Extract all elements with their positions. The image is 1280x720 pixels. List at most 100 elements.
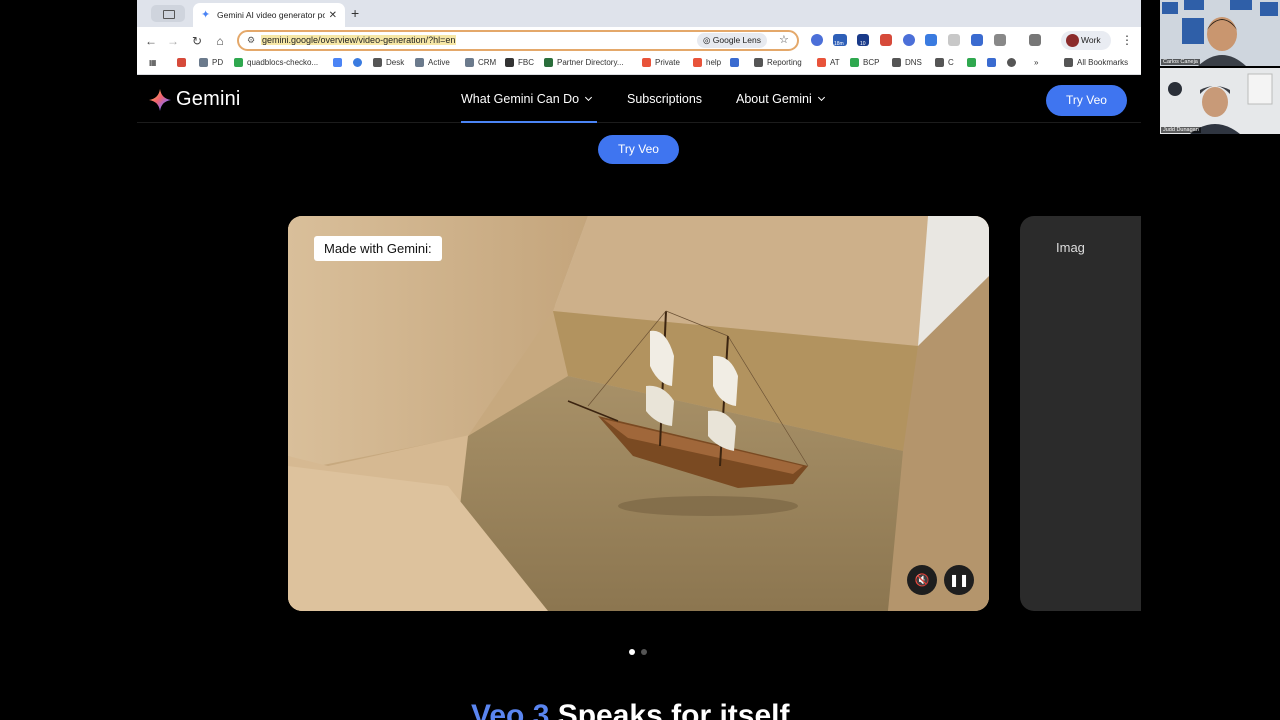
bookmark-folder[interactable]: DNS — [892, 58, 922, 67]
video-player[interactable]: Made with Gemini: 🔇 ❚❚ — [288, 216, 989, 611]
new-tab-icon[interactable]: + — [351, 5, 359, 21]
try-veo-header-button[interactable]: Try Veo — [1046, 85, 1127, 116]
carousel-dot[interactable] — [629, 649, 635, 655]
bookmark-item[interactable]: CRM — [465, 58, 496, 67]
bookmark-favicon-icon — [693, 58, 702, 67]
reload-icon[interactable]: ↻ — [189, 33, 205, 49]
next-carousel-card[interactable]: Imag — [1020, 216, 1141, 611]
bookmark-icon-only[interactable] — [1007, 58, 1020, 67]
carousel-dots — [629, 649, 647, 655]
gemini-page: Gemini What Gemini Can Do Subscriptions … — [137, 75, 1141, 720]
bookmark-favicon-icon — [505, 58, 514, 67]
bookmark-label: DNS — [905, 58, 922, 67]
forward-icon[interactable]: → — [165, 33, 181, 49]
bookmark-item[interactable]: quadblocs-checko... — [234, 58, 318, 67]
browser-menu-icon[interactable]: ⋮ — [1121, 33, 1133, 47]
bookmark-label: quadblocs-checko... — [247, 58, 319, 67]
extension-icon[interactable] — [903, 34, 915, 46]
bookmark-item[interactable]: Desk — [373, 58, 404, 67]
bookmark-star-icon[interactable]: ☆ — [779, 33, 789, 46]
bookmark-icon-only[interactable] — [730, 58, 743, 67]
bookmark-item[interactable]: FBC — [505, 58, 534, 67]
chevron-down-icon — [817, 93, 825, 101]
tab-gemini[interactable]: ✦ Gemini AI video generator po ✕ — [193, 3, 345, 27]
profile-label: Work — [1081, 35, 1101, 45]
made-with-gemini-label: Made with Gemini: — [314, 236, 442, 261]
gmail-icon[interactable] — [880, 34, 892, 46]
bookmark-label: Desk — [386, 58, 405, 67]
bookmark-item[interactable]: Partner Directory... — [544, 58, 624, 67]
tab-strip: ✦ Gemini AI video generator po ✕ + — [137, 0, 1141, 27]
extension-icon[interactable] — [811, 34, 823, 46]
try-veo-button[interactable]: Try Veo — [598, 135, 679, 164]
next-card-label: Imag — [1056, 240, 1085, 255]
bookmark-item[interactable]: help — [693, 58, 721, 67]
mute-icon[interactable]: 🔇 — [907, 565, 937, 595]
headline-rest: Speaks for itself — [549, 699, 790, 720]
bookmark-item[interactable]: PD — [199, 58, 223, 67]
apps-grid-icon[interactable]: ▦ — [149, 58, 157, 67]
participant-name: Carlos Caneja — [1161, 59, 1200, 65]
bookmark-favicon-icon — [642, 58, 651, 67]
back-icon[interactable]: ← — [143, 33, 159, 49]
chevron-down-icon — [585, 93, 593, 101]
bookmark-label: CRM — [478, 58, 497, 67]
bookmark-item[interactable]: Active — [415, 58, 450, 67]
site-settings-icon[interactable]: ⚙ — [247, 35, 255, 46]
participant-video-icon — [1160, 0, 1280, 66]
extension-icon[interactable] — [948, 34, 960, 46]
gemini-logo[interactable]: Gemini — [149, 88, 241, 111]
more-bookmarks-icon[interactable]: » — [1034, 58, 1038, 67]
tab-close-icon[interactable]: ✕ — [329, 10, 337, 21]
pause-icon[interactable]: ❚❚ — [944, 565, 974, 595]
all-bookmarks-folder[interactable]: All Bookmarks — [1064, 58, 1128, 67]
bookmark-icon-only[interactable] — [333, 58, 346, 67]
extensions-puzzle-icon[interactable] — [994, 34, 1006, 46]
bookmark-folder[interactable]: C — [935, 58, 954, 67]
bookmark-folder[interactable]: Reporting — [754, 58, 802, 67]
folder-icon — [892, 58, 901, 67]
nav-what-gemini-can-do[interactable]: What Gemini Can Do — [461, 92, 593, 106]
bookmark-label: Active — [428, 58, 450, 67]
bookmark-label: Partner Directory... — [557, 58, 624, 67]
extension-icon[interactable] — [971, 34, 983, 46]
headline-accent: Veo 3 — [471, 699, 550, 720]
call-participant-tile[interactable]: Carlos Caneja — [1160, 0, 1280, 66]
participant-video-icon — [1160, 68, 1280, 134]
nav-label: About Gemini — [736, 92, 812, 106]
nav-subscriptions[interactable]: Subscriptions — [627, 92, 702, 106]
browser-toolbar: ← → ↻ ⌂ ⚙ gemini.google/overview/video-g… — [137, 27, 1141, 54]
bookmark-favicon-icon — [373, 58, 382, 67]
participant-name: Judd Dunagan — [1161, 127, 1201, 133]
section-headline: Veo 3 Speaks for itself — [471, 699, 789, 720]
profile-button[interactable]: Work — [1061, 31, 1111, 50]
folder-icon — [1064, 58, 1073, 67]
bookmark-item[interactable]: Private — [642, 58, 680, 67]
nav-label: Subscriptions — [627, 92, 703, 106]
nav-about-gemini[interactable]: About Gemini — [736, 92, 825, 106]
bookmark-label: All Bookmarks — [1077, 58, 1129, 67]
carousel-dot[interactable] — [641, 649, 647, 655]
bookmark-favicon-icon — [415, 58, 424, 67]
extension-icon[interactable] — [925, 34, 937, 46]
call-participant-tile[interactable]: Judd Dunagan — [1160, 68, 1280, 134]
bookmark-favicon-icon — [234, 58, 243, 67]
bookmark-item[interactable]: AT — [817, 58, 840, 67]
home-icon[interactable]: ⌂ — [212, 33, 228, 49]
bookmark-gmail-icon[interactable] — [177, 58, 190, 67]
tab-search-icon[interactable] — [151, 5, 185, 22]
bookmark-icon-only[interactable] — [353, 58, 366, 67]
google-lens-button[interactable]: ◎ Google Lens — [697, 33, 767, 48]
bookmark-icon-only[interactable] — [987, 58, 1000, 67]
gemini-favicon-icon: ✦ — [201, 9, 211, 21]
extension-timer-icon[interactable]: 18m — [833, 34, 847, 47]
avatar — [1066, 34, 1079, 47]
bookmark-icon-only[interactable] — [967, 58, 980, 67]
browser-window: ✦ Gemini AI video generator po ✕ + ← → ↻… — [137, 0, 1141, 720]
address-bar[interactable]: ⚙ gemini.google/overview/video-generatio… — [237, 30, 799, 51]
split-view-icon[interactable] — [1029, 34, 1041, 46]
extension-icon[interactable]: 10 — [857, 34, 869, 47]
bookmark-label: FBC — [518, 58, 534, 67]
bookmark-item[interactable]: BCP — [850, 58, 879, 67]
bookmark-favicon-icon — [817, 58, 826, 67]
